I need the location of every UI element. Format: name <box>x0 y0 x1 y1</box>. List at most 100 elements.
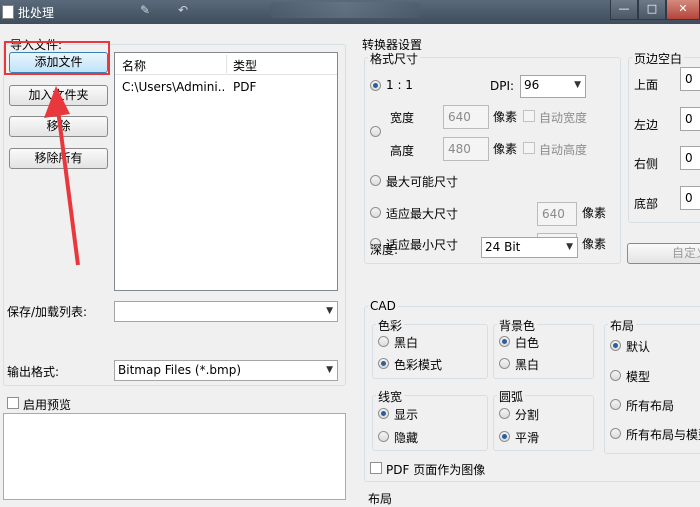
arc-smooth-radio[interactable] <box>499 431 510 442</box>
preview-area <box>3 413 346 500</box>
color-bw-radio[interactable] <box>378 336 389 347</box>
remove-button[interactable]: 移除 <box>9 116 108 137</box>
layout-default-radio[interactable] <box>610 340 621 351</box>
height-input[interactable]: 480 <box>443 137 489 161</box>
layout-all-model-radio[interactable] <box>610 428 621 439</box>
window-title: 批处理 <box>18 6 55 20</box>
output-format-label: 输出格式: <box>7 365 60 379</box>
arc-split-label: 分割 <box>515 408 540 422</box>
custom-margins-button[interactable]: 自定义 <box>627 243 700 264</box>
column-header-name[interactable]: 名称 <box>122 57 146 74</box>
fit-max-radio[interactable] <box>370 207 381 218</box>
color-mode-label: 色彩模式 <box>394 358 443 372</box>
margin-right-label: 右侧 <box>634 157 659 171</box>
fit-min-unit: 像素 <box>582 237 607 251</box>
highlight-box <box>4 41 110 75</box>
layout-model-radio[interactable] <box>610 370 621 381</box>
auto-width-checkbox[interactable] <box>523 110 535 122</box>
max-possible-label: 最大可能尺寸 <box>386 175 459 189</box>
dpi-label: DPI: <box>490 79 515 93</box>
arc-smooth-label: 平滑 <box>515 431 540 445</box>
format-size-title: 格式尺寸 <box>368 50 421 67</box>
color-title: 色彩 <box>376 317 405 334</box>
maximize-button[interactable]: □ <box>638 0 666 20</box>
width-input[interactable]: 640 <box>443 105 489 129</box>
margin-left-label: 左边 <box>634 118 659 132</box>
chevron-down-icon: ▼ <box>326 365 333 375</box>
margin-bottom-input[interactable]: 0 <box>680 186 700 210</box>
dpi-dropdown[interactable]: 96 ▼ <box>520 75 586 98</box>
linewidth-show-radio[interactable] <box>378 408 389 419</box>
fit-max-input[interactable]: 640 <box>537 202 577 226</box>
minimize-button[interactable]: — <box>610 0 638 20</box>
window-caption-blur <box>270 2 420 18</box>
bottom-section-label: 布局 <box>368 492 393 506</box>
layout-default-label: 默认 <box>626 340 651 354</box>
add-folder-button[interactable]: 加入文件夹 <box>9 85 108 106</box>
layout-title: 布局 <box>608 317 637 334</box>
margin-top-input[interactable]: 0 <box>680 67 700 91</box>
preview-label: 启用预览 <box>23 398 72 412</box>
pdf-as-image-label: PDF 页面作为图像 <box>386 463 486 477</box>
arc-split-radio[interactable] <box>499 408 510 419</box>
fit-max-unit: 像素 <box>582 206 607 220</box>
file-name-cell: C:\Users\Admini... <box>122 80 226 94</box>
max-possible-radio[interactable] <box>370 175 381 186</box>
bg-white-label: 白色 <box>515 336 540 350</box>
depth-row-label: 深度: <box>370 243 399 257</box>
ratio-label: 1 : 1 <box>386 78 413 92</box>
undo-icon[interactable]: ↶ <box>178 3 188 17</box>
linewidth-hide-radio[interactable] <box>378 431 389 442</box>
save-list-dropdown[interactable]: ▼ <box>114 301 338 322</box>
linewidth-hide-label: 隐藏 <box>394 431 419 445</box>
bg-bw-label: 黑白 <box>515 358 540 372</box>
layout-all-label: 所有布局 <box>626 399 675 413</box>
file-list[interactable]: 名称 类型 C:\Users\Admini... PDF <box>114 52 338 291</box>
margin-left-input[interactable]: 0 <box>680 107 700 131</box>
custom-size-radio[interactable] <box>370 126 381 137</box>
layout-model-label: 模型 <box>626 370 651 384</box>
color-bw-label: 黑白 <box>394 336 419 350</box>
pdf-as-image-checkbox[interactable] <box>370 462 382 474</box>
column-header-type[interactable]: 类型 <box>233 57 257 74</box>
output-format-dropdown[interactable]: Bitmap Files (*.bmp) ▼ <box>114 360 338 381</box>
save-list-label: 保存/加载列表: <box>7 305 88 319</box>
preview-checkbox[interactable] <box>7 397 19 409</box>
background-title: 背景色 <box>497 317 538 334</box>
cad-title: CAD <box>368 299 398 313</box>
dpi-value: 96 <box>524 78 540 92</box>
chevron-down-icon: ▼ <box>566 242 573 252</box>
height-unit: 像素 <box>493 142 518 156</box>
layout-all-radio[interactable] <box>610 399 621 410</box>
arc-title: 圆弧 <box>497 388 526 405</box>
bg-bw-radio[interactable] <box>499 358 510 369</box>
remove-all-button[interactable]: 移除所有 <box>9 148 108 169</box>
auto-height-checkbox[interactable] <box>523 142 535 154</box>
auto-width-label: 自动宽度 <box>539 111 588 125</box>
close-button[interactable]: ✕ <box>666 0 700 20</box>
layout-all-model-label: 所有布局与模型 <box>626 428 700 442</box>
margins-title: 页边空白 <box>632 50 685 67</box>
linewidth-show-label: 显示 <box>394 408 419 422</box>
depth-value: 24 Bit <box>485 240 521 254</box>
file-list-header: 名称 类型 <box>115 53 337 75</box>
width-unit: 像素 <box>493 110 518 124</box>
file-type-cell: PDF <box>233 80 257 94</box>
margin-bottom-label: 底部 <box>634 197 659 211</box>
app-icon <box>2 5 14 19</box>
margin-right-input[interactable]: 0 <box>680 146 700 170</box>
toolbar-icon[interactable]: ✎ <box>140 3 150 17</box>
bg-white-radio[interactable] <box>499 336 510 347</box>
color-mode-radio[interactable] <box>378 358 389 369</box>
linewidth-title: 线宽 <box>376 388 405 405</box>
depth-dropdown[interactable]: 24 Bit ▼ <box>481 237 578 258</box>
title-bar: 批处理 ✎ ↶ — □ ✕ <box>0 0 700 24</box>
margin-top-label: 上面 <box>634 78 659 92</box>
table-row[interactable]: C:\Users\Admini... PDF <box>115 77 337 97</box>
ratio-radio[interactable] <box>370 80 381 91</box>
chevron-down-icon: ▼ <box>326 306 333 316</box>
height-label: 高度 <box>390 144 415 158</box>
fit-max-label: 适应最大尺寸 <box>386 207 459 221</box>
chevron-down-icon: ▼ <box>574 80 581 90</box>
auto-height-label: 自动高度 <box>539 143 588 157</box>
